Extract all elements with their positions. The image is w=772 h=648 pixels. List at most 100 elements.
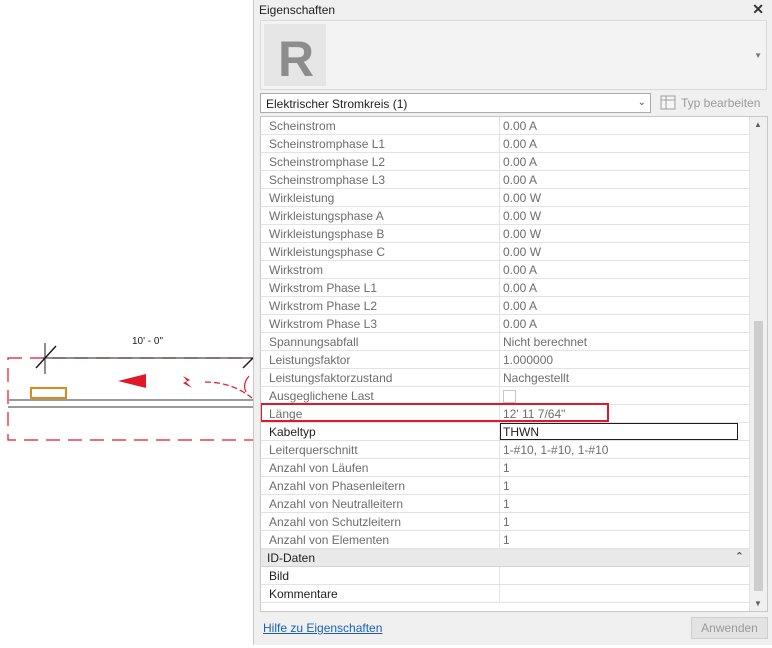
property-value: 1 bbox=[503, 461, 510, 475]
property-row[interactable]: Wirkstrom Phase L3 0.00 A bbox=[261, 315, 750, 333]
property-row[interactable]: Wirkleistung 0.00 W bbox=[261, 189, 750, 207]
group-header-id-data[interactable]: ID-Daten ⌃ bbox=[261, 549, 750, 567]
collapse-icon[interactable]: ⌃ bbox=[735, 550, 744, 563]
property-row[interactable]: Scheinstromphase L3 0.00 A bbox=[261, 171, 750, 189]
property-label: Wirkstrom bbox=[269, 263, 323, 277]
property-label: Anzahl von Neutralleitern bbox=[269, 497, 404, 511]
type-selector-value: Elektrischer Stromkreis (1) bbox=[266, 97, 408, 111]
property-row[interactable]: Ausgeglichene Last bbox=[261, 387, 750, 405]
dimension-label: 10' - 0" bbox=[132, 336, 164, 347]
column-divider bbox=[499, 153, 500, 171]
scroll-down-icon[interactable]: ▼ bbox=[754, 599, 762, 608]
column-divider bbox=[499, 297, 500, 315]
property-label: Scheinstromphase L2 bbox=[269, 155, 386, 169]
property-label: Leistungsfaktorzustand bbox=[269, 371, 393, 385]
balanced-load-checkbox[interactable] bbox=[503, 390, 516, 403]
property-row[interactable]: Länge 12' 11 7/64" bbox=[261, 405, 750, 423]
column-divider bbox=[499, 585, 500, 603]
column-divider bbox=[499, 171, 500, 189]
column-divider bbox=[499, 117, 500, 135]
property-row[interactable]: Wirkleistungsphase A 0.00 W bbox=[261, 207, 750, 225]
properties-panel: Eigenschaften ✕ R ▼ Elektrischer Stromkr… bbox=[253, 0, 772, 645]
property-row[interactable]: Scheinstromphase L1 0.00 A bbox=[261, 135, 750, 153]
preview-dropdown-icon[interactable]: ▼ bbox=[754, 51, 762, 60]
property-label: Leiterquerschnitt bbox=[269, 443, 358, 457]
column-divider bbox=[499, 315, 500, 333]
property-row[interactable]: Scheinstrom 0.00 A bbox=[261, 117, 750, 135]
property-row[interactable]: Anzahl von Elementen 1 bbox=[261, 531, 750, 549]
panel-titlebar[interactable]: Eigenschaften ✕ bbox=[254, 0, 772, 20]
id-field-row[interactable]: Kommentare bbox=[261, 585, 750, 603]
property-value: Nicht berechnet bbox=[503, 335, 588, 349]
property-row[interactable]: Leistungsfaktorzustand Nachgestellt bbox=[261, 369, 750, 387]
column-divider bbox=[499, 387, 500, 405]
property-label: Ausgeglichene Last bbox=[269, 389, 374, 403]
type-selector[interactable]: Elektrischer Stromkreis (1) ⌄ bbox=[260, 93, 651, 113]
column-divider bbox=[499, 531, 500, 549]
property-row[interactable]: Spannungsabfall Nicht berechnet bbox=[261, 333, 750, 351]
id-field-row[interactable]: Bild bbox=[261, 567, 750, 585]
property-label: Wirkleistungsphase A bbox=[269, 209, 384, 223]
column-divider bbox=[499, 333, 500, 351]
property-row[interactable]: Leistungsfaktor 1.000000 bbox=[261, 351, 750, 369]
cable-type-input[interactable]: THWN bbox=[500, 423, 738, 440]
edit-type-button[interactable]: Typ bearbeiten bbox=[660, 93, 768, 113]
circuit-drawing bbox=[7, 343, 269, 441]
property-row[interactable]: Kabeltyp THWN bbox=[261, 423, 750, 441]
dimension-tick-right bbox=[242, 357, 254, 369]
column-divider bbox=[499, 225, 500, 243]
property-label: Wirkleistungsphase C bbox=[269, 245, 386, 259]
property-row[interactable]: Wirkstrom Phase L1 0.00 A bbox=[261, 279, 750, 297]
id-field-label: Kommentare bbox=[269, 587, 338, 601]
property-value: 0.00 A bbox=[503, 281, 538, 295]
property-label: Scheinstromphase L3 bbox=[269, 173, 386, 187]
fixture-symbol bbox=[30, 387, 67, 399]
help-link[interactable]: Hilfe zu Eigenschaften bbox=[263, 621, 382, 635]
property-label: Wirkleistungsphase B bbox=[269, 227, 385, 241]
column-divider bbox=[499, 351, 500, 369]
property-value: 1.000000 bbox=[503, 353, 554, 367]
property-label: Anzahl von Elementen bbox=[269, 533, 390, 547]
property-row[interactable]: Leiterquerschnitt 1-#10, 1-#10, 1-#10 bbox=[261, 441, 750, 459]
column-divider bbox=[499, 279, 500, 297]
property-row[interactable]: Wirkstrom Phase L2 0.00 A bbox=[261, 297, 750, 315]
property-label: Anzahl von Phasenleitern bbox=[269, 479, 406, 493]
close-icon[interactable]: ✕ bbox=[752, 1, 764, 18]
property-row[interactable]: Scheinstromphase L2 0.00 A bbox=[261, 153, 750, 171]
property-value: 0.00 A bbox=[503, 119, 538, 133]
property-label: Wirkstrom Phase L3 bbox=[269, 317, 378, 331]
property-value: 1 bbox=[503, 497, 510, 511]
property-value: 0.00 A bbox=[503, 299, 538, 313]
property-value: 1 bbox=[503, 515, 510, 529]
drawing-canvas[interactable]: 10' - 0" bbox=[0, 0, 269, 645]
edit-type-label: Typ bearbeiten bbox=[681, 96, 761, 110]
property-row[interactable]: Anzahl von Phasenleitern 1 bbox=[261, 477, 750, 495]
logo-letter: R bbox=[278, 31, 314, 86]
column-divider bbox=[499, 477, 500, 495]
property-value: 0.00 A bbox=[503, 137, 538, 151]
column-divider bbox=[499, 207, 500, 225]
property-value: Nachgestellt bbox=[503, 371, 570, 385]
property-row[interactable]: Wirkleistungsphase B 0.00 W bbox=[261, 225, 750, 243]
property-scrollbar[interactable]: ▲ ▼ bbox=[749, 117, 767, 611]
property-row[interactable]: Wirkleistungsphase C 0.00 W bbox=[261, 243, 750, 261]
panel-edge bbox=[243, 375, 250, 393]
property-label: Anzahl von Schutzleitern bbox=[269, 515, 402, 529]
property-row[interactable]: Anzahl von Neutralleitern 1 bbox=[261, 495, 750, 513]
property-value: 0.00 W bbox=[503, 209, 542, 223]
property-label: Kabeltyp bbox=[269, 425, 316, 439]
property-label: Wirkstrom Phase L2 bbox=[269, 299, 378, 313]
property-row[interactable]: Wirkstrom 0.00 A bbox=[261, 261, 750, 279]
property-value: 0.00 A bbox=[503, 173, 538, 187]
circuit-arrow bbox=[118, 374, 146, 388]
property-label: Leistungsfaktor bbox=[269, 353, 351, 367]
scroll-up-icon[interactable]: ▲ bbox=[754, 120, 762, 129]
apply-button[interactable]: Anwenden bbox=[691, 617, 768, 639]
property-row[interactable]: Anzahl von Läufen 1 bbox=[261, 459, 750, 477]
scrollbar-thumb[interactable] bbox=[754, 321, 763, 591]
property-row[interactable]: Anzahl von Schutzleitern 1 bbox=[261, 513, 750, 531]
chevron-down-icon: ⌄ bbox=[637, 97, 646, 108]
property-grid: Scheinstrom 0.00 A Scheinstromphase L1 0.00… bbox=[260, 116, 768, 612]
column-divider bbox=[499, 567, 500, 585]
property-value: 0.00 W bbox=[503, 245, 542, 259]
